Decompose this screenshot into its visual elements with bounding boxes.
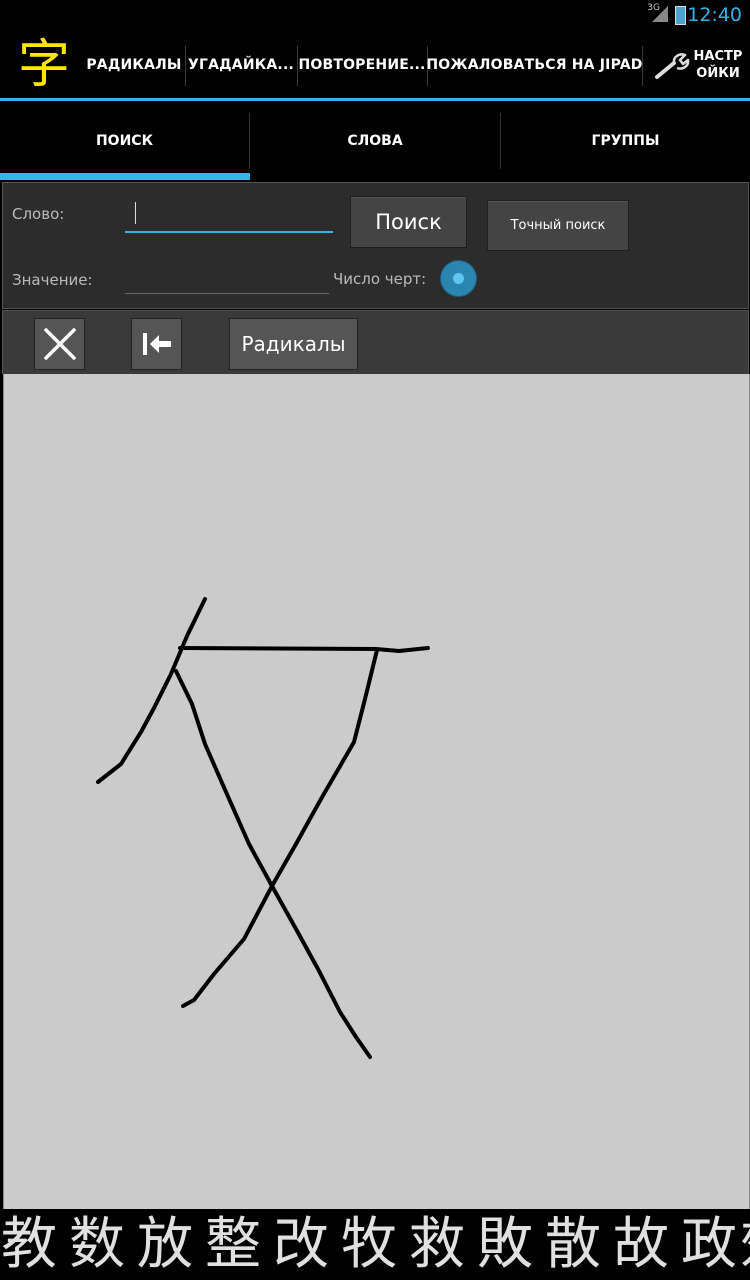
- radicals-button[interactable]: Радикалы: [229, 318, 358, 370]
- tab-search[interactable]: ПОИСК: [0, 101, 249, 180]
- handwritten-strokes: [96, 597, 430, 1059]
- tab-selected-indicator: [0, 173, 250, 180]
- close-icon: [43, 328, 76, 360]
- stroke-count-label: Число черт:: [333, 270, 427, 288]
- stroke-1: [96, 597, 207, 784]
- kanji-result[interactable]: 救: [409, 1212, 465, 1278]
- status-time: 12:40: [687, 4, 742, 26]
- drawing-toolbar: Радикалы: [2, 310, 749, 374]
- text-cursor: [135, 202, 136, 224]
- stroke-2: [178, 646, 430, 653]
- menu-guess[interactable]: УГАДАЙКА...: [186, 32, 296, 98]
- tab-groups[interactable]: ГРУППЫ: [501, 101, 750, 180]
- app-logo[interactable]: 字: [14, 34, 74, 96]
- backspace-icon: [142, 333, 171, 355]
- stroke-count-indicator[interactable]: [441, 261, 476, 296]
- action-bar: 字 РАДИКАЛЫ УГАДАЙКА... ПОВТОРЕНИЕ... ПОЖ…: [0, 32, 750, 101]
- menu-review[interactable]: ПОВТОРЕНИЕ...: [298, 32, 426, 98]
- status-bar: 3G 12:40: [0, 0, 750, 32]
- kanji-result[interactable]: 故: [613, 1212, 669, 1278]
- clear-button[interactable]: [34, 318, 85, 370]
- kanji-result[interactable]: 教: [1, 1212, 57, 1278]
- kanji-results: 教 数 放 整 改 牧 救 敗 散 故 政 效: [0, 1210, 750, 1280]
- kanji-result[interactable]: 放: [137, 1212, 193, 1278]
- battery-icon: [675, 6, 686, 25]
- kanji-result[interactable]: 效: [740, 1212, 750, 1278]
- search-panel: Слово: Значение: Поиск Точный поиск Числ…: [2, 182, 749, 309]
- kanji-result[interactable]: 牧: [341, 1212, 397, 1278]
- tab-bar: ПОИСК СЛОВА ГРУППЫ: [0, 101, 750, 180]
- kanji-result[interactable]: 散: [545, 1212, 601, 1278]
- kanji-result[interactable]: 数: [69, 1212, 125, 1278]
- meaning-label: Значение:: [12, 271, 93, 289]
- menu-divider: [642, 46, 643, 86]
- menu-settings[interactable]: НАСТР ОЙКИ: [690, 48, 746, 82]
- word-label: Слово:: [12, 205, 65, 223]
- kanji-result[interactable]: 整: [205, 1212, 261, 1278]
- kanji-result[interactable]: 政: [681, 1212, 737, 1278]
- kanji-result[interactable]: 改: [273, 1212, 329, 1278]
- drawing-canvas[interactable]: [3, 374, 750, 1209]
- settings-label-line1: НАСТР: [693, 49, 743, 64]
- word-input[interactable]: [125, 199, 333, 233]
- menu-radicals[interactable]: РАДИКАЛЫ: [84, 32, 184, 98]
- search-button[interactable]: Поиск: [350, 196, 467, 248]
- kanji-result[interactable]: 敗: [477, 1212, 533, 1278]
- stroke-3: [174, 669, 372, 1059]
- wrench-icon[interactable]: [654, 52, 690, 80]
- meaning-input[interactable]: [125, 265, 329, 294]
- stroke-4: [181, 648, 379, 1008]
- tab-words[interactable]: СЛОВА: [250, 101, 500, 180]
- undo-stroke-button[interactable]: [131, 318, 182, 370]
- settings-label-line2: ОЙКИ: [696, 66, 740, 81]
- exact-search-button[interactable]: Точный поиск: [487, 200, 629, 251]
- signal-icon: [652, 6, 668, 22]
- menu-report-jipad[interactable]: ПОЖАЛОВАТЬСЯ НА JIPAD: [426, 32, 642, 98]
